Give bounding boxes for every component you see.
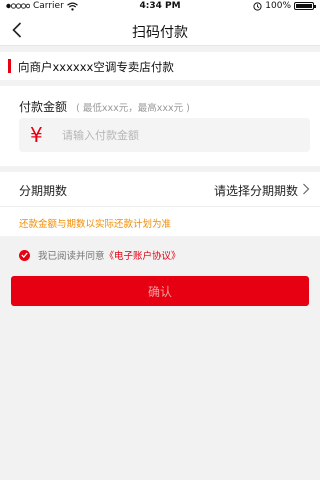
agreement-row: 我已阅读并同意 《电子账户协议》 [19, 248, 181, 262]
amount-label: 付款金额 [19, 100, 68, 114]
nav-bar: 扫码付款 [0, 14, 320, 46]
chevron-right-icon [303, 183, 310, 195]
installment-value[interactable]: 请选择分期期数 [214, 182, 298, 199]
amount-label-row: 付款金额 ( 最低xxx元，最高xxx元 ) [19, 96, 190, 115]
check-circle-icon[interactable] [19, 249, 30, 261]
merchant-accent-bar [8, 59, 11, 73]
status-bar: Carrier 4:34 PM 100% [0, 0, 320, 14]
repayment-notice: 还款金额与期数以实际还款计划为准 [19, 219, 172, 230]
amount-hint: ( 最低xxx元，最高xxx元 ) [76, 103, 190, 114]
battery-icon [294, 2, 316, 10]
merchant-bar: 向商户xxxxxx空调专卖店付款 [0, 52, 320, 80]
amount-placeholder: 请输入付款金额 [62, 129, 139, 142]
amount-section: 付款金额 ( 最低xxx元，最高xxx元 ) ¥ 请输入付款金额 [0, 86, 320, 166]
confirm-button[interactable]: 确认 [11, 276, 309, 306]
merchant-text: 向商户xxxxxx空调专卖店付款 [18, 60, 174, 74]
battery-percent: 100% [265, 1, 291, 11]
notice-row: 还款金额与期数以实际还款计划为准 [0, 206, 320, 236]
alarm-lock-icon [253, 1, 262, 11]
installment-row[interactable]: 分期期数 请选择分期期数 [0, 172, 320, 206]
status-right: 100% [253, 1, 316, 11]
agreement-link[interactable]: 《电子账户协议》 [105, 248, 181, 262]
yen-icon: ¥ [30, 123, 43, 147]
page-title: 扫码付款 [132, 25, 188, 41]
installment-label: 分期期数 [19, 184, 68, 198]
amount-input[interactable]: ¥ 请输入付款金额 [19, 118, 310, 152]
agreement-text: 我已阅读并同意 [38, 251, 105, 262]
